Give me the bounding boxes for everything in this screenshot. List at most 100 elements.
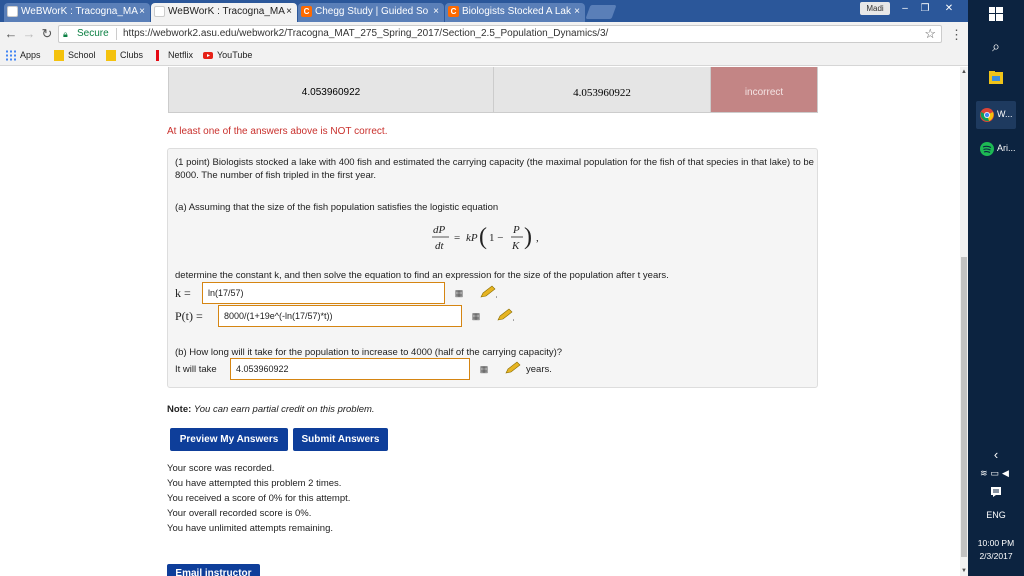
bookmark-school[interactable]: School <box>54 50 96 61</box>
svg-text:): ) <box>524 224 532 250</box>
email-instructor-button[interactable]: Email instructor <box>167 564 260 576</box>
note-label: Note: <box>167 404 192 415</box>
url-text[interactable]: https://webwork2.asu.edu/webwork2/Tracog… <box>123 28 608 39</box>
tab-webwork-2[interactable]: WeBWorK : Tracogna_MA × <box>151 3 297 22</box>
warning-message: At least one of the answers above is NOT… <box>167 126 388 137</box>
years-label: years. <box>526 364 552 375</box>
tab-webwork-1[interactable]: WeBWorK : Tracogna_MA × <box>4 3 150 22</box>
tab-bar: WeBWorK : Tracogna_MA × WeBWorK : Tracog… <box>0 0 968 22</box>
bookmark-apps[interactable]: Apps <box>6 50 41 61</box>
taskbar-chrome[interactable]: W... <box>976 101 1016 129</box>
tab-title: Chegg Study | Guided So <box>315 6 429 17</box>
entered-cell: 4.053960922 <box>169 67 494 112</box>
preview-cell: 4.053960922 <box>494 67 711 112</box>
scroll-up-icon[interactable]: ▲ <box>960 69 968 75</box>
svg-text:P: P <box>512 224 520 236</box>
vertical-scrollbar[interactable]: ▲ ▼ <box>960 67 968 576</box>
score-line: Your score was recorded. <box>167 463 275 474</box>
tab-biologists[interactable]: C Biologists Stocked A Lak × <box>445 3 585 22</box>
bookmark-youtube[interactable]: YouTube <box>203 50 252 60</box>
close-window-icon[interactable]: ✕ <box>940 2 958 15</box>
menu-icon[interactable]: ⋮ <box>950 27 963 43</box>
minimize-icon[interactable]: – <box>896 2 914 15</box>
close-icon[interactable]: × <box>286 3 292 20</box>
folder-icon <box>106 50 116 61</box>
windows-taskbar: ⌕ W... Ari... ‹ ≋▭◀ ENG 10:00 PM 2/3/201… <box>968 0 1024 576</box>
k-answer-input[interactable]: ln(17/57) <box>202 282 445 304</box>
tab-title: Biologists Stocked A Lak <box>462 6 571 17</box>
netflix-icon <box>156 50 159 61</box>
clock-time[interactable]: 10:00 PM <box>968 538 1024 548</box>
submit-answers-button[interactable]: Submit Answers <box>293 428 388 451</box>
tab-chegg[interactable]: C Chegg Study | Guided So × <box>298 3 444 22</box>
browser-window: WeBWorK : Tracogna_MA × WeBWorK : Tracog… <box>0 0 968 576</box>
svg-text:kP: kP <box>466 232 478 244</box>
results-table: 4.053960922 4.053960922 incorrect <box>168 67 818 113</box>
svg-text:=: = <box>454 232 460 244</box>
bookmark-label: YouTube <box>217 50 253 60</box>
language-indicator[interactable]: ENG <box>968 510 1024 520</box>
secure-label: Secure <box>77 28 109 39</box>
close-icon[interactable]: × <box>433 3 439 20</box>
note: Note: You can earn partial credit on thi… <box>167 404 375 415</box>
chegg-favicon-icon: C <box>448 6 459 17</box>
network-battery-volume-icon[interactable]: ≋▭◀ <box>968 468 1024 479</box>
bookmark-label: Netflix <box>168 50 194 60</box>
profile-button[interactable]: Madi <box>860 2 890 15</box>
reload-icon[interactable]: ↻ <box>40 27 54 41</box>
clock-date[interactable]: 2/3/2017 <box>968 551 1024 561</box>
scroll-down-icon[interactable]: ▼ <box>960 568 968 574</box>
svg-text:1 −: 1 − <box>489 232 503 244</box>
taskbar-chrome-label: W... <box>997 109 1013 119</box>
new-tab-button[interactable] <box>585 5 617 19</box>
svg-text:K: K <box>511 240 520 252</box>
score-line: You have unlimited attempts remaining. <box>167 523 333 534</box>
folder-icon <box>54 50 64 61</box>
scrollbar-thumb[interactable] <box>961 257 967 557</box>
bookmark-label: School <box>68 50 96 60</box>
p-answer-input[interactable]: 8000/(1+19e^(-ln(17/57)*t)) <box>218 305 462 327</box>
close-icon[interactable]: × <box>139 3 145 20</box>
lock-icon: 🔒︎ <box>63 29 68 39</box>
result-cell: incorrect <box>711 67 817 112</box>
tab-title: WeBWorK : Tracogna_MA <box>168 6 285 17</box>
address-bar[interactable]: 🔒︎ Secure https://webwork2.asu.edu/webwo… <box>58 25 942 43</box>
page-content: 4.053960922 4.053960922 incorrect At lea… <box>0 67 960 576</box>
bookmark-label: Clubs <box>120 50 144 60</box>
pencil-icon[interactable] <box>496 308 514 322</box>
file-explorer-icon[interactable] <box>989 71 1003 84</box>
taskbar-spotify[interactable]: Ari... <box>976 135 1016 163</box>
search-icon[interactable]: ⌕ <box>968 38 1024 55</box>
equation-editor-icon[interactable]: ▦ <box>452 287 466 299</box>
equation-editor-icon[interactable]: ▦ <box>477 363 491 375</box>
logistic-equation: dP dt = kP ( 1 − P K ) , <box>432 224 539 252</box>
restore-icon[interactable]: ❐ <box>916 2 934 15</box>
svg-text:dt: dt <box>435 240 445 252</box>
show-hidden-icons-chevron-icon[interactable]: ‹ <box>968 447 1024 462</box>
apps-grid-icon <box>6 50 16 61</box>
pencil-icon[interactable] <box>504 361 522 375</box>
score-line: Your overall recorded score is 0%. <box>167 508 312 519</box>
windows-start-icon[interactable] <box>989 7 1003 21</box>
close-icon[interactable]: × <box>574 3 580 20</box>
bookmark-star-icon[interactable]: ☆ <box>924 26 936 42</box>
equation-editor-icon[interactable]: ▦ <box>469 310 483 322</box>
action-center-icon[interactable] <box>991 487 1001 497</box>
back-icon[interactable]: ← <box>4 27 18 41</box>
preview-answers-button[interactable]: Preview My Answers <box>170 428 288 451</box>
bookmarks-bar: Apps School Clubs Netflix YouTube <box>0 46 968 66</box>
url-separator <box>116 28 117 40</box>
svg-text:(: ( <box>479 224 487 250</box>
score-line: You received a score of 0% for this atte… <box>167 493 351 504</box>
chegg-favicon-icon: C <box>301 6 312 17</box>
tab-title: WeBWorK : Tracogna_MA <box>21 6 138 17</box>
time-answer-input[interactable]: 4.053960922 <box>230 358 470 380</box>
problem-intro: (1 point) Biologists stocked a lake with… <box>175 157 814 181</box>
forward-icon[interactable]: → <box>22 27 36 41</box>
pencil-icon[interactable] <box>479 285 497 299</box>
spotify-icon <box>980 142 994 156</box>
webwork-favicon-icon <box>7 6 18 17</box>
bookmark-clubs[interactable]: Clubs <box>106 50 144 61</box>
bookmark-netflix[interactable]: Netflix <box>154 50 194 61</box>
taskbar-spotify-label: Ari... <box>997 143 1016 153</box>
